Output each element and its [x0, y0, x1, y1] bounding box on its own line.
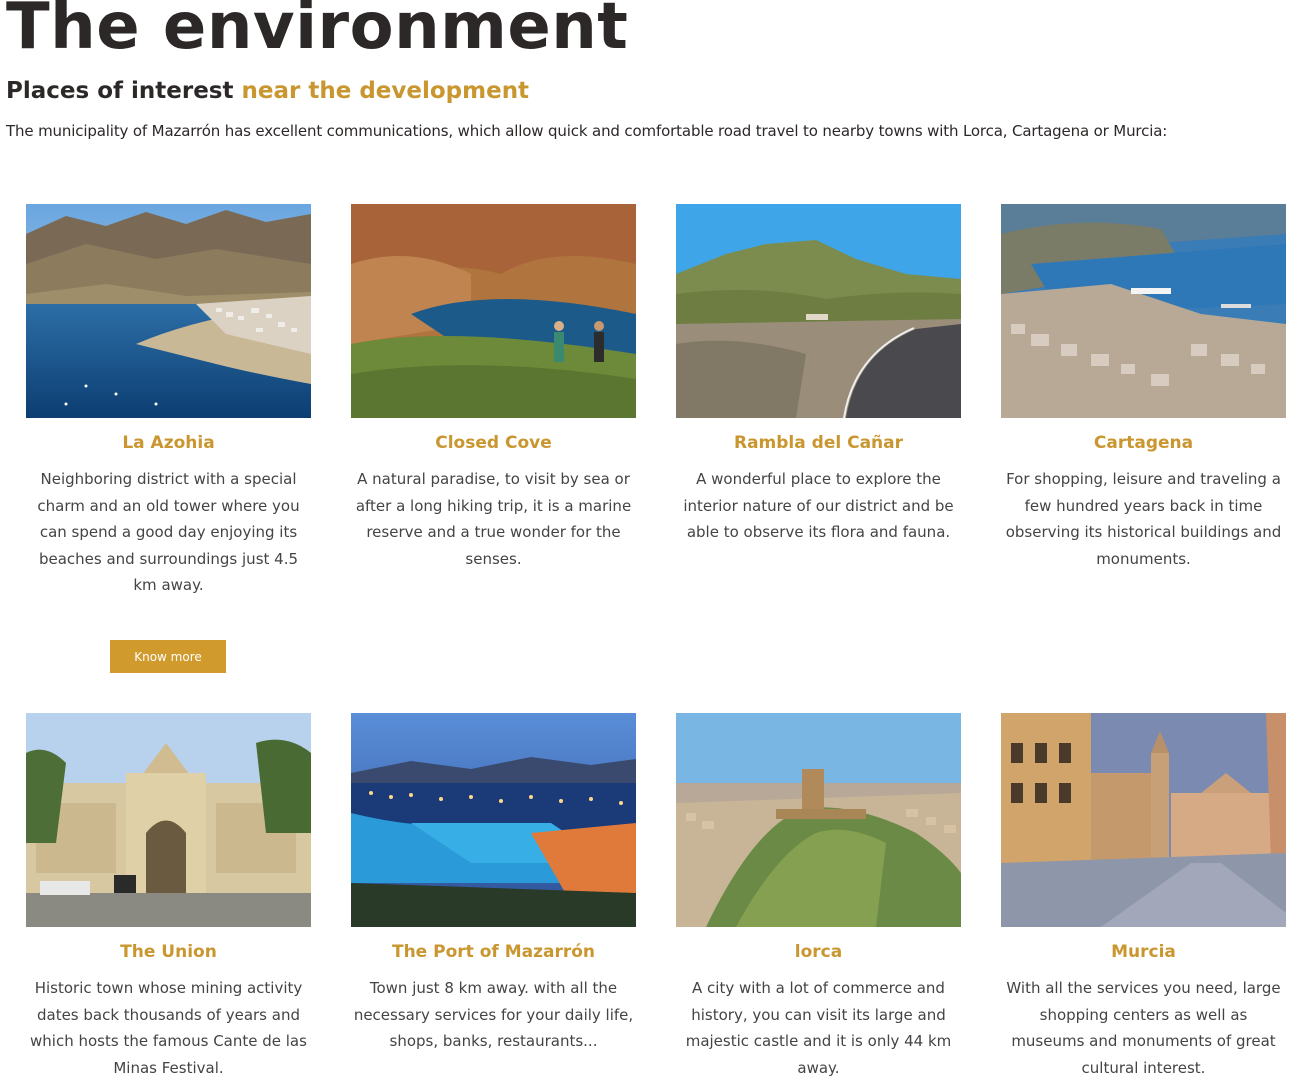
hill-castle-photo[interactable]	[676, 713, 961, 927]
place-card-cartagena: Cartagena For shopping, leisure and trav…	[1001, 204, 1286, 572]
place-description: A wonderful place to explore the interio…	[683, 470, 954, 541]
place-description: A natural paradise, to visit by sea or a…	[355, 470, 632, 568]
place-description: Town just 8 km away. with all the necess…	[353, 979, 634, 1050]
place-card-port-of-mazarron: The Port of Mazarrón Town just 8 km away…	[351, 713, 636, 1055]
place-title: La Azohia	[122, 433, 215, 453]
coastal-bay-photo[interactable]	[26, 204, 311, 418]
section-subtitle: Places of interest near the development	[6, 74, 529, 108]
place-card-rambla-del-canar: Rambla del Cañar A wonderful place to ex…	[676, 204, 961, 546]
place-title: Cartagena	[1093, 433, 1194, 453]
subtitle-accent: near the development	[241, 78, 530, 104]
place-title: Rambla del Cañar	[733, 433, 903, 453]
place-description: A city with a lot of commerce and histor…	[685, 979, 952, 1077]
place-card-closed-cove: Closed Cove A natural paradise, to visit…	[351, 204, 636, 572]
place-title: The Port of Mazarrón	[391, 942, 595, 962]
know-more-button[interactable]: Know more	[110, 640, 226, 673]
place-card-lorca: lorca A city with a lot of commerce and …	[676, 713, 961, 1081]
subtitle-plain: Places of interest	[6, 78, 242, 104]
cathedral-square-photo[interactable]	[1001, 713, 1286, 927]
harbor-city-photo[interactable]	[1001, 204, 1286, 418]
page-title: The environment	[6, 0, 629, 64]
place-title: lorca	[794, 942, 843, 962]
cove-hikers-photo[interactable]	[351, 204, 636, 418]
place-description: For shopping, leisure and traveling a fe…	[1005, 470, 1282, 568]
place-title: The Union	[120, 942, 217, 962]
intro-text: The municipality of Mazarrón has excelle…	[6, 122, 1168, 140]
place-description: Neighboring district with a special char…	[37, 470, 300, 594]
place-card-the-union: The Union Historic town whose mining act…	[26, 713, 311, 1081]
place-card-murcia: Murcia With all the services you need, l…	[1001, 713, 1286, 1081]
place-title: Closed Cove	[435, 433, 552, 453]
place-card-la-azohia: La Azohia Neighboring district with a sp…	[26, 204, 311, 599]
night-port-photo[interactable]	[351, 713, 636, 927]
historic-market-photo[interactable]	[26, 713, 311, 927]
place-title: Murcia	[1111, 942, 1176, 962]
mountain-road-photo[interactable]	[676, 204, 961, 418]
place-description: Historic town whose mining activity date…	[30, 979, 307, 1077]
place-description: With all the services you need, large sh…	[1006, 979, 1281, 1077]
